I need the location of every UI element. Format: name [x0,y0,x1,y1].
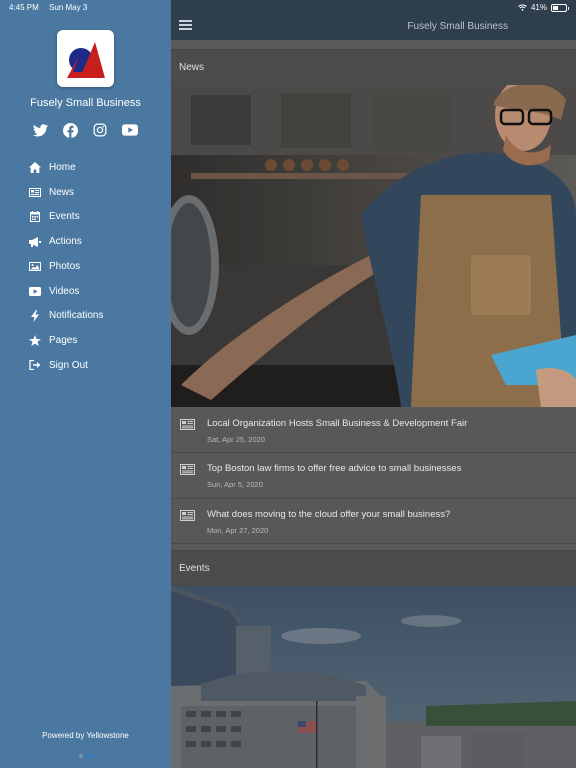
events-section-header: Events [171,550,576,586]
status-time: 4:45 PM [9,3,39,12]
app-title: Fusely Small Business [407,21,508,32]
twitter-icon[interactable] [32,122,48,138]
news-list-item[interactable]: Local Organization Hosts Small Business … [171,408,576,454]
sidebar-item-label: Events [49,211,80,223]
news-title: What does moving to the cloud offer your… [207,508,451,520]
newspaper-icon [29,186,41,198]
news-title: Top Boston law firms to offer free advic… [207,463,462,475]
news-date: Sun, Apr 5, 2020 [207,480,263,490]
battery-icon [551,3,569,12]
star-icon [29,335,41,347]
sidebar-menu: Home News Events Actions Photos Videos N… [0,155,171,378]
page-dot-active [88,754,92,758]
sidebar-item-label: Sign Out [49,359,88,371]
sidebar-item-label: Photos [49,260,81,272]
newspaper-icon [180,419,195,430]
brand-name: Fusely Small Business [30,97,141,109]
news-date: Mon, Apr 27, 2020 [207,525,269,535]
sidebar-item-pages[interactable]: Pages [0,328,171,353]
powered-by: Powered by Yellowstone [42,731,129,740]
page-indicator [79,754,92,758]
instagram-icon[interactable] [92,122,108,138]
sidebar-item-label: Videos [49,285,80,297]
megaphone-icon [29,236,41,248]
app-logo [57,30,114,87]
news-date: Sat, Apr 25, 2020 [207,435,265,444]
sidebar-item-label: Pages [49,335,78,347]
bolt-icon [29,309,41,322]
sidebar-item-home[interactable]: Home [0,155,171,180]
news-list-item[interactable]: What does moving to the cloud offer your… [171,498,576,544]
sidebar-item-news[interactable]: News [0,180,171,205]
sidebar-item-label: Actions [49,236,82,248]
newspaper-icon [180,509,195,521]
home-icon [29,161,41,173]
calendar-icon [29,211,41,223]
newspaper-icon [180,464,195,476]
sidebar-item-sign-out[interactable]: Sign Out [0,353,171,378]
social-links [32,122,138,138]
battery-percent: 41% [530,3,547,12]
sidebar-item-actions[interactable]: Actions [0,229,171,254]
main-content: Fusely Small Business News Local Organiz… [171,0,576,768]
news-featured-image[interactable] [171,85,576,407]
sidebar-item-videos[interactable]: Videos [0,279,171,304]
sidebar: Fusely Small Business Home News Events A… [0,0,171,768]
news-list: Local Organization Hosts Small Business … [171,408,576,544]
sidebar-item-events[interactable]: Events [0,205,171,230]
sign-out-icon [29,359,41,371]
events-featured-image[interactable] [171,586,576,768]
sidebar-item-photos[interactable]: Photos [0,254,171,279]
page-dot [79,754,83,758]
news-title: Local Organization Hosts Small Business … [207,418,468,429]
sidebar-item-label: Home [49,161,76,173]
play-icon [29,285,41,297]
menu-icon[interactable] [179,20,192,30]
image-icon [29,260,41,272]
news-section-header: News [171,49,576,85]
youtube-icon[interactable] [122,122,138,138]
status-bar: 4:45 PM Sun May 3 41% [0,0,576,14]
facebook-icon[interactable] [62,122,78,138]
sidebar-item-notifications[interactable]: Notifications [0,304,171,329]
sidebar-item-label: Notifications [49,310,104,322]
status-date: Sun May 3 [49,3,88,12]
news-list-item[interactable]: Top Boston law firms to offer free advic… [171,453,576,499]
sidebar-item-label: News [49,186,75,198]
wifi-icon [518,4,527,11]
